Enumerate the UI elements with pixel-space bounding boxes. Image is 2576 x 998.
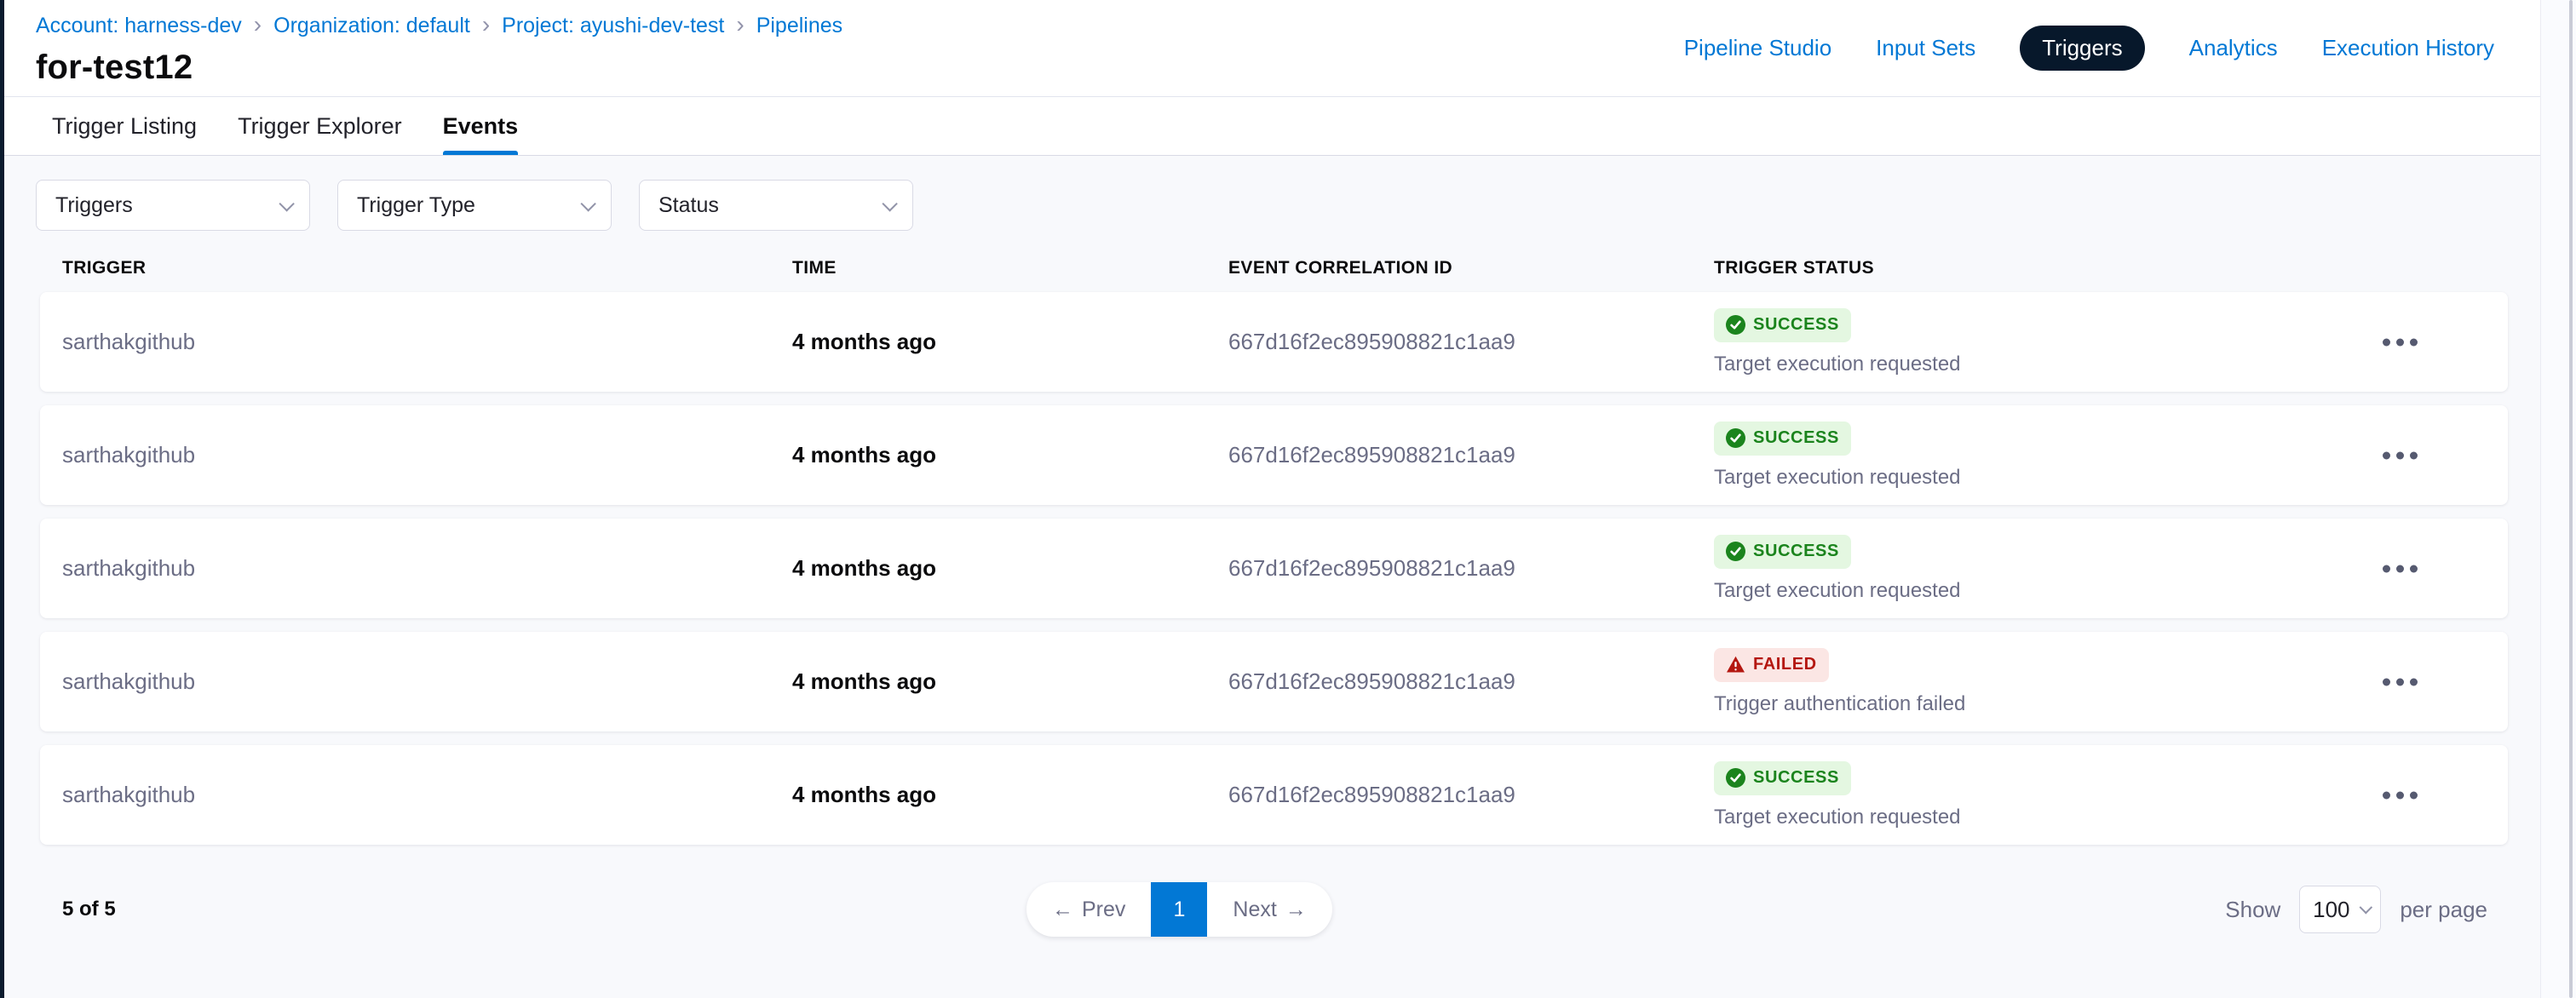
trigger-name: sarthakgithub [62, 329, 792, 355]
next-page-button[interactable]: Next → [1207, 882, 1331, 937]
chevron-down-icon [279, 196, 294, 211]
nav-execution-history[interactable]: Execution History [2322, 35, 2494, 61]
nav-analytics[interactable]: Analytics [2189, 35, 2278, 61]
chevron-down-icon [580, 196, 595, 211]
table-row[interactable]: sarthakgithub 4 months ago 667d16f2ec895… [40, 519, 2508, 618]
event-time: 4 months ago [792, 782, 1228, 808]
event-correlation-id: 667d16f2ec895908821c1aa9 [1228, 668, 1714, 695]
event-time: 4 months ago [792, 668, 1228, 695]
status-badge: SUCCESS [1714, 761, 1851, 795]
trigger-name: sarthakgithub [62, 668, 792, 695]
trigger-tabbar: Trigger Listing Trigger Explorer Events [4, 96, 2576, 156]
breadcrumb-organization-link[interactable]: Organization: default [273, 14, 470, 38]
event-correlation-id: 667d16f2ec895908821c1aa9 [1228, 442, 1714, 468]
event-correlation-id: 667d16f2ec895908821c1aa9 [1228, 782, 1714, 808]
status-badge: SUCCESS [1714, 422, 1851, 456]
tab-trigger-listing[interactable]: Trigger Listing [32, 97, 217, 155]
tab-events[interactable]: Events [423, 97, 539, 155]
pager: ← Prev 1 Next → [1026, 882, 1332, 937]
success-check-icon [1726, 428, 1745, 448]
arrow-left-icon: ← [1052, 898, 1073, 922]
per-page-control: Show 100 per page [2225, 886, 2487, 933]
trigger-name: sarthakgithub [62, 555, 792, 582]
success-check-icon [1726, 768, 1745, 788]
success-check-icon [1726, 315, 1745, 335]
status-filter-label: Status [658, 193, 719, 218]
row-options-button[interactable] [2374, 556, 2426, 581]
events-table: sarthakgithub 4 months ago 667d16f2ec895… [4, 292, 2576, 845]
arrow-right-icon: → [1285, 898, 1307, 922]
chevron-down-icon [882, 196, 897, 211]
breadcrumb-separator-icon: › [736, 13, 744, 37]
status-badge: SUCCESS [1714, 308, 1851, 342]
breadcrumb-project-link[interactable]: Project: ayushi-dev-test [502, 14, 724, 38]
trigger-type-filter-dropdown[interactable]: Trigger Type [337, 180, 612, 231]
table-row[interactable]: sarthakgithub 4 months ago 667d16f2ec895… [40, 745, 2508, 845]
nav-pipeline-studio[interactable]: Pipeline Studio [1684, 35, 1831, 61]
success-check-icon [1726, 542, 1745, 561]
per-page-label: per page [2400, 897, 2487, 923]
filters-row: Triggers Trigger Type Status [4, 180, 2576, 231]
status-filter-dropdown[interactable]: Status [639, 180, 913, 231]
table-row[interactable]: sarthakgithub 4 months ago 667d16f2ec895… [40, 632, 2508, 731]
nav-input-sets[interactable]: Input Sets [1876, 35, 1975, 61]
trigger-name: sarthakgithub [62, 442, 792, 468]
status-detail: Target execution requested [1714, 466, 2508, 490]
nav-triggers-active[interactable]: Triggers [2020, 26, 2144, 71]
trigger-type-filter-label: Trigger Type [357, 193, 475, 218]
triggers-filter-label: Triggers [55, 193, 133, 218]
chevron-down-icon [2359, 900, 2372, 914]
results-count: 5 of 5 [62, 898, 116, 921]
breadcrumb-pipelines-link[interactable]: Pipelines [756, 14, 842, 38]
prev-page-button[interactable]: ← Prev [1026, 882, 1151, 937]
status-badge: SUCCESS [1714, 535, 1851, 569]
breadcrumb-account-link[interactable]: Account: harness-dev [36, 14, 242, 38]
event-time: 4 months ago [792, 555, 1228, 582]
row-options-button[interactable] [2374, 783, 2426, 807]
event-time: 4 months ago [792, 329, 1228, 355]
scrollbar-track[interactable] [2540, 0, 2576, 998]
events-content: Triggers Trigger Type Status TRIGGER TIM… [4, 156, 2576, 937]
column-header-event-correlation-id: EVENT CORRELATION ID [1228, 258, 1714, 278]
status-detail: Target execution requested [1714, 353, 2508, 376]
page-header: Account: harness-dev › Organization: def… [4, 0, 2576, 96]
triggers-filter-dropdown[interactable]: Triggers [36, 180, 310, 231]
status-badge: FAILED [1714, 648, 1829, 682]
table-header: TRIGGER TIME EVENT CORRELATION ID TRIGGE… [40, 258, 2508, 278]
table-row[interactable]: sarthakgithub 4 months ago 667d16f2ec895… [40, 405, 2508, 505]
event-time: 4 months ago [792, 442, 1228, 468]
table-row[interactable]: sarthakgithub 4 months ago 667d16f2ec895… [40, 292, 2508, 392]
scrollbar-thumb[interactable] [2569, 0, 2573, 998]
column-header-time: TIME [792, 258, 1228, 278]
column-header-trigger-status: TRIGGER STATUS [1714, 258, 2508, 278]
failed-warning-icon [1726, 655, 1745, 674]
trigger-name: sarthakgithub [62, 782, 792, 808]
event-correlation-id: 667d16f2ec895908821c1aa9 [1228, 329, 1714, 355]
status-detail: Target execution requested [1714, 579, 2508, 603]
breadcrumb-separator-icon: › [254, 13, 262, 37]
column-header-trigger: TRIGGER [62, 258, 792, 278]
breadcrumb-separator-icon: › [482, 13, 490, 37]
tab-trigger-explorer[interactable]: Trigger Explorer [217, 97, 423, 155]
collapsed-sidebar-edge [0, 0, 4, 998]
row-options-button[interactable] [2374, 443, 2426, 467]
status-detail: Trigger authentication failed [1714, 692, 2508, 716]
page-size-dropdown[interactable]: 100 [2299, 886, 2381, 933]
row-options-button[interactable] [2374, 330, 2426, 354]
event-correlation-id: 667d16f2ec895908821c1aa9 [1228, 555, 1714, 582]
pipeline-nav: Pipeline Studio Input Sets Triggers Anal… [1684, 26, 2494, 71]
show-label: Show [2225, 897, 2280, 923]
pagination-bar: 5 of 5 ← Prev 1 Next → Show 100 per page [4, 882, 2576, 937]
status-detail: Target execution requested [1714, 806, 2508, 829]
row-options-button[interactable] [2374, 669, 2426, 694]
page-number-button[interactable]: 1 [1151, 882, 1207, 937]
